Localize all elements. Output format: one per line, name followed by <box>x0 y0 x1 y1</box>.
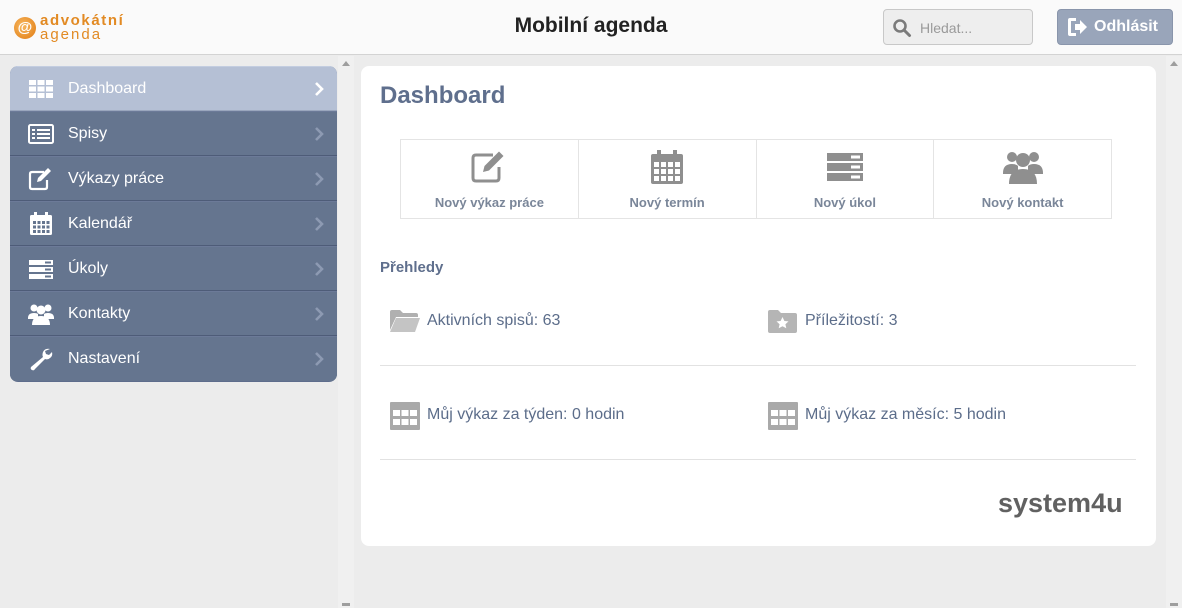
stat-label: Můj výkaz za týden: 0 hodin <box>427 406 625 423</box>
action-label: Nový úkol <box>813 195 876 210</box>
calendar-grid-icon <box>390 402 420 430</box>
chevron-right-icon <box>315 127 324 141</box>
search-icon <box>893 19 911 37</box>
chevron-right-icon <box>315 307 324 321</box>
tasks-icon <box>29 260 53 279</box>
stat-label: Aktivních spisů: 63 <box>427 312 561 329</box>
sidebar-item-kalendar[interactable]: Kalendář <box>10 201 337 246</box>
action-label: Nový kontakt <box>981 195 1064 210</box>
page-title: Dashboard <box>380 82 506 109</box>
edit-icon <box>471 151 504 183</box>
sidebar-item-label: Úkoly <box>68 260 109 277</box>
action-label: Nový termín <box>629 195 705 210</box>
search-input[interactable] <box>920 18 1025 38</box>
chevron-right-icon <box>315 262 324 276</box>
sidebar-nav: Dashboard Spisy Výkazy práce Kalendář Úk… <box>10 66 337 382</box>
new-contact-button[interactable]: Nový kontakt <box>934 140 1111 218</box>
users-icon <box>28 304 54 325</box>
chevron-right-icon <box>315 352 324 366</box>
logout-label: Odhlásit <box>1094 18 1159 35</box>
calendar-grid-icon <box>768 402 798 430</box>
calendar-icon <box>30 212 52 235</box>
scroll-down-arrow[interactable] <box>1170 603 1178 606</box>
tasks-icon <box>826 153 863 181</box>
sidebar-item-label: Kontakty <box>68 305 131 322</box>
chevron-right-icon <box>315 172 324 186</box>
sidebar-scrollbar[interactable] <box>338 56 354 608</box>
users-icon <box>1002 152 1043 184</box>
app-header: @ advokátní agenda Mobilní agenda Odhlás… <box>0 0 1182 55</box>
new-appointment-button[interactable]: Nový termín <box>579 140 757 218</box>
sidebar-item-spisy[interactable]: Spisy <box>10 111 337 156</box>
overview-heading: Přehledy <box>380 259 444 276</box>
list-icon <box>28 124 54 144</box>
brand-text: system4u <box>998 488 1123 518</box>
app-logo[interactable]: @ advokátní agenda <box>14 12 144 44</box>
chevron-right-icon <box>315 217 324 231</box>
divider <box>380 365 1136 366</box>
sidebar-item-kontakty[interactable]: Kontakty <box>10 291 337 336</box>
logo-line2: agenda <box>40 26 103 43</box>
folder-icon <box>390 310 420 332</box>
scroll-up-arrow[interactable] <box>1170 61 1178 66</box>
sidebar-item-label: Dashboard <box>68 80 147 97</box>
search-box[interactable] <box>883 9 1033 45</box>
dashboard-card: Dashboard Nový výkaz práce Nový termín N… <box>361 66 1156 546</box>
new-work-report-button[interactable]: Nový výkaz práce <box>401 140 579 218</box>
sidebar-item-ukoly[interactable]: Úkoly <box>10 246 337 291</box>
quick-actions: Nový výkaz práce Nový termín Nový úkol N… <box>400 139 1112 219</box>
logout-button[interactable]: Odhlásit <box>1057 9 1173 45</box>
divider <box>380 459 1136 460</box>
system4u-logo: system4u <box>998 488 1123 518</box>
sidebar-item-label: Výkazy práce <box>68 170 165 187</box>
folder-star-icon <box>768 310 797 333</box>
wrench-icon <box>30 348 53 371</box>
scroll-down-arrow[interactable] <box>342 603 350 606</box>
sidebar-item-dashboard[interactable]: Dashboard <box>10 66 337 111</box>
logo-at-icon: @ <box>14 17 36 39</box>
chevron-right-icon <box>315 82 324 96</box>
scroll-up-arrow[interactable] <box>342 61 350 66</box>
logout-icon <box>1068 18 1087 36</box>
main-scrollbar[interactable] <box>1166 56 1182 608</box>
stat-label: Můj výkaz za měsíc: 5 hodin <box>805 406 1006 423</box>
sidebar-item-nastaveni[interactable]: Nastavení <box>10 336 337 381</box>
edit-icon <box>28 168 51 191</box>
sidebar-item-label: Spisy <box>68 125 108 142</box>
stat-label: Příležitostí: 3 <box>805 312 898 329</box>
new-task-button[interactable]: Nový úkol <box>757 140 935 218</box>
grid-icon <box>29 80 53 98</box>
sidebar-item-label: Nastavení <box>68 350 141 367</box>
calendar-icon <box>651 150 684 184</box>
sidebar-item-vykazy[interactable]: Výkazy práce <box>10 156 337 201</box>
action-label: Nový výkaz práce <box>434 195 544 210</box>
sidebar-item-label: Kalendář <box>68 215 133 232</box>
